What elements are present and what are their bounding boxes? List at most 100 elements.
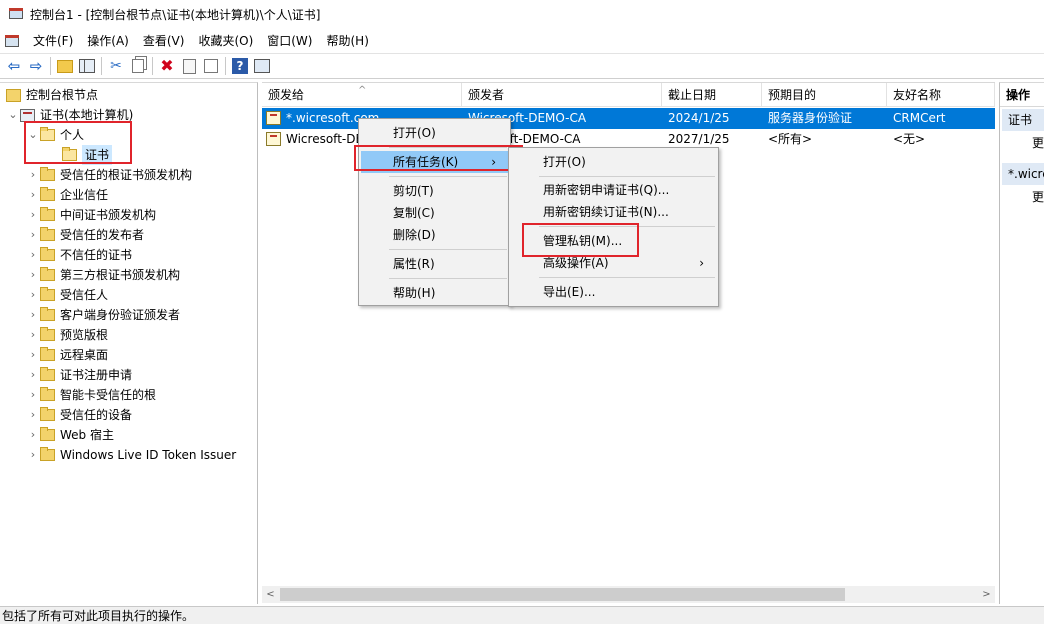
mmc-app-icon <box>8 6 24 22</box>
cell-purpose: <所有> <box>768 132 813 146</box>
chevron-right-icon[interactable]: › <box>26 285 40 305</box>
tree-root[interactable]: 控制台根节点 <box>6 85 98 105</box>
tree-label: 受信任的设备 <box>60 408 133 422</box>
chevron-right-icon[interactable]: › <box>26 185 40 205</box>
tree-label: 远程桌面 <box>60 348 109 362</box>
tree-folder-item[interactable]: › 第三方根证书颁发机构 <box>26 265 180 285</box>
menu-window[interactable]: 窗口(W) <box>260 30 319 52</box>
actions-header: 操作 <box>1000 83 1044 107</box>
column-purpose[interactable]: 预期目的 <box>762 83 887 107</box>
show-hide-tree-icon[interactable] <box>76 56 98 76</box>
menu-help[interactable]: 帮助(H) <box>319 30 375 52</box>
tree-label: Web 宿主 <box>60 428 114 442</box>
chevron-right-icon[interactable]: › <box>26 405 40 425</box>
tree-folder-item[interactable]: › 智能卡受信任的根 <box>26 385 156 405</box>
tree-label: Windows Live ID Token Issuer <box>60 448 237 462</box>
menu-favorites[interactable]: 收藏夹(O) <box>191 30 260 52</box>
tree-label: 智能卡受信任的根 <box>60 388 157 402</box>
tree-label: 受信任的发布者 <box>60 228 145 242</box>
column-expiration[interactable]: 截止日期 <box>662 83 762 107</box>
horizontal-scrollbar[interactable]: < > <box>262 586 995 603</box>
back-arrow-icon[interactable]: ⇦ <box>3 56 25 76</box>
chevron-right-icon[interactable]: › <box>26 225 40 245</box>
folder-icon <box>40 207 55 221</box>
chevron-right-icon[interactable]: › <box>26 245 40 265</box>
chevron-down-icon[interactable]: ⌄ <box>6 105 20 125</box>
certificate-key-icon <box>266 132 281 146</box>
tree-folder-item[interactable]: › Web 宿主 <box>26 425 114 445</box>
menu-file[interactable]: 文件(F) <box>26 30 80 52</box>
tree-label: 第三方根证书颁发机构 <box>60 268 181 282</box>
chevron-right-icon[interactable]: › <box>26 365 40 385</box>
sub-request-new-key[interactable]: 用新密钥申请证书(Q)... <box>511 179 716 201</box>
tree-folder-item[interactable]: › 远程桌面 <box>26 345 108 365</box>
tree-folder-item[interactable]: › 证书注册申请 <box>26 365 132 385</box>
chevron-right-icon[interactable]: › <box>26 345 40 365</box>
properties-icon[interactable] <box>178 56 200 76</box>
folder-icon <box>40 247 55 261</box>
title-bar: 控制台1 - [控制台根节点\证书(本地计算机)\个人\证书] <box>0 0 1044 28</box>
copy-icon[interactable] <box>127 56 149 76</box>
chevron-right-icon[interactable]: › <box>26 205 40 225</box>
tree-folder-item[interactable]: › 客户端身份验证颁发者 <box>26 305 180 325</box>
tree-folder-item[interactable]: › Windows Live ID Token Issuer <box>26 445 236 465</box>
chevron-right-icon[interactable]: › <box>26 165 40 185</box>
certificate-key-icon <box>266 111 281 125</box>
column-friendly-name[interactable]: 友好名称 <box>887 83 995 107</box>
tree-folder-item[interactable]: › 不信任的证书 <box>26 245 132 265</box>
highlight-box-personal <box>24 121 132 164</box>
tree-folder-item[interactable]: › 预览版根 <box>26 325 108 345</box>
menu-separator <box>389 176 507 177</box>
tree-folder-item[interactable]: › 受信任的根证书颁发机构 <box>26 165 192 185</box>
tree-folder-item[interactable]: › 受信任的发布者 <box>26 225 144 245</box>
sub-renew-new-key[interactable]: 用新密钥续订证书(N)... <box>511 201 716 223</box>
highlight-box-all-tasks <box>354 145 523 171</box>
chevron-right-icon[interactable]: › <box>26 305 40 325</box>
tree-label: 控制台根节点 <box>26 88 99 102</box>
tree-folder-item[interactable]: › 受信任的设备 <box>26 405 132 425</box>
tree-label: 预览版根 <box>60 328 109 342</box>
actions-section-certs[interactable]: 证书 <box>1002 109 1044 131</box>
folder-icon <box>40 427 55 441</box>
console-tree: 控制台根节点 ⌄ 证书(本地计算机) ⌄ 个人 证书 › 受信任的根证书颁发机构 ›… <box>0 82 258 604</box>
ctx-open[interactable]: 打开(O) <box>361 122 508 144</box>
forward-arrow-icon[interactable]: ⇨ <box>25 56 47 76</box>
sub-open[interactable]: 打开(O) <box>511 151 716 173</box>
actions-section-selected-cert[interactable]: *.wicre <box>1002 163 1044 185</box>
actions-more-item[interactable]: 更 <box>1032 133 1044 153</box>
chevron-right-icon[interactable]: › <box>26 385 40 405</box>
chevron-right-icon[interactable]: › <box>26 425 40 445</box>
ctx-cut[interactable]: 剪切(T) <box>361 180 508 202</box>
scrollbar-thumb[interactable] <box>280 588 845 601</box>
ctx-properties[interactable]: 属性(R) <box>361 253 508 275</box>
ctx-copy[interactable]: 复制(C) <box>361 202 508 224</box>
tree-folder-item[interactable]: › 受信任人 <box>26 285 108 305</box>
ctx-help[interactable]: 帮助(H) <box>361 282 508 304</box>
ctx-delete[interactable]: 删除(D) <box>361 224 508 246</box>
show-action-pane-icon[interactable] <box>251 56 273 76</box>
toolbar-separator <box>101 57 102 75</box>
sub-export[interactable]: 导出(E)... <box>511 281 716 303</box>
delete-icon[interactable]: ✖ <box>156 56 178 76</box>
tree-folder-item[interactable]: › 企业信任 <box>26 185 108 205</box>
scroll-right-icon[interactable]: > <box>978 586 995 603</box>
menu-separator <box>389 249 507 250</box>
export-list-icon[interactable] <box>200 56 222 76</box>
column-issued-to[interactable]: 颁发给 ^ <box>262 83 462 107</box>
actions-more-item[interactable]: 更 <box>1032 187 1044 207</box>
menu-action[interactable]: 操作(A) <box>80 30 136 52</box>
tree-folder-item[interactable]: › 中间证书颁发机构 <box>26 205 156 225</box>
up-folder-icon[interactable] <box>54 56 76 76</box>
column-issuer[interactable]: 颁发者 <box>462 83 662 107</box>
folder-icon <box>6 88 21 102</box>
chevron-right-icon[interactable]: › <box>26 265 40 285</box>
scroll-left-icon[interactable]: < <box>262 586 279 603</box>
menu-view[interactable]: 查看(V) <box>136 30 192 52</box>
menu-bar: 文件(F) 操作(A) 查看(V) 收藏夹(O) 窗口(W) 帮助(H) <box>0 30 1044 52</box>
help-icon[interactable]: ? <box>229 56 251 76</box>
console-menu-icon[interactable] <box>4 33 20 49</box>
chevron-right-icon[interactable]: › <box>26 445 40 465</box>
cut-icon[interactable]: ✂ <box>105 56 127 76</box>
chevron-right-icon[interactable]: › <box>26 325 40 345</box>
folder-icon <box>40 407 55 421</box>
